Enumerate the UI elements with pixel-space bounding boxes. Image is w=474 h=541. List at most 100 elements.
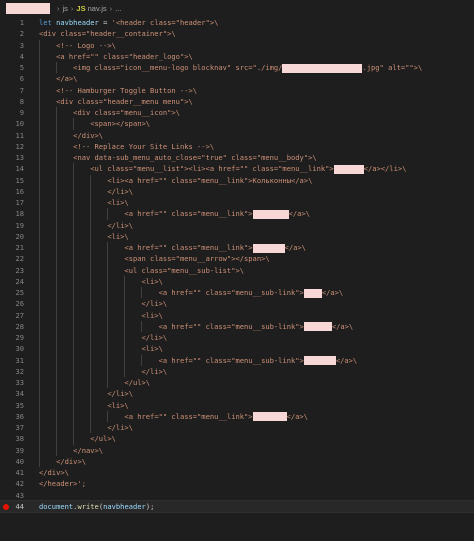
code-line[interactable]: 24 <li>\ [0,275,474,287]
line-number[interactable]: 19 [0,220,24,231]
indent-guide [107,242,109,254]
line-number[interactable]: 10 [0,118,24,129]
line-number[interactable]: 20 [0,231,24,242]
line-number[interactable]: 42 [0,478,24,489]
line-number[interactable]: 25 [0,287,24,298]
line-number[interactable]: 15 [0,175,24,186]
line-number[interactable]: 5 [0,62,24,73]
line-number[interactable]: 16 [0,186,24,197]
code-line[interactable]: 22 <span class="menu__arrow"></span>\ [0,253,474,265]
line-number[interactable]: 43 [0,490,24,501]
code-line[interactable]: 31 <a href="" class="menu__sub-link"> </a… [0,354,474,366]
token-str: </div>\ [56,456,86,466]
code-line[interactable]: 9 <div class="menu__icon">\ [0,107,474,119]
code-line[interactable]: 20 <li>\ [0,230,474,242]
line-number[interactable]: 3 [0,40,24,51]
code-line[interactable]: 1 let navbheader = '<header class="header… [0,17,474,28]
line-number[interactable]: 40 [0,456,24,467]
code-line[interactable]: 32 </li>\ [0,365,474,377]
code-line[interactable]: 25 <a href="" class="menu__sub-link"> </a… [0,287,474,299]
breadcrumb-item-folder[interactable]: js [63,0,68,17]
breadcrumb-item-file[interactable]: nav.js [88,0,107,17]
line-number[interactable]: 18 [0,208,24,219]
line-number[interactable]: 4 [0,51,24,62]
code-line[interactable]: 35 <li>\ [0,399,474,411]
code-line[interactable]: 42 </header>'; [0,478,474,489]
line-number[interactable]: 27 [0,310,24,321]
code-line[interactable]: 33 </ul>\ [0,377,474,389]
code-line[interactable]: 27 <li>\ [0,309,474,321]
code-line[interactable]: 16 </li>\ [0,185,474,197]
line-number[interactable]: 13 [0,152,24,163]
line-number[interactable]: 2 [0,28,24,39]
line-number[interactable]: 6 [0,73,24,84]
code-line[interactable]: 19 </li>\ [0,219,474,231]
code-line[interactable]: 40 </div>\ [0,455,474,467]
line-number[interactable]: 11 [0,130,24,141]
line-number[interactable]: 22 [0,253,24,264]
indent-guide [39,388,40,400]
code-line[interactable]: 34 </li>\ [0,388,474,400]
line-number[interactable]: 29 [0,332,24,343]
code-line[interactable]: 2 <div class="header__container">\ [0,28,474,39]
line-number[interactable]: 32 [0,366,24,377]
indent-guide [39,84,40,96]
code-line[interactable]: 8 <div class="header__menu menu">\ [0,95,474,107]
code-line[interactable]: 26 </li>\ [0,298,474,310]
line-number[interactable]: 9 [0,107,24,118]
line-number[interactable]: 34 [0,388,24,399]
code-line[interactable]: 5 <img class="icon__menu-logo blocknav" … [0,62,474,74]
code-line[interactable]: 41 </div>\ [0,467,474,478]
code-line[interactable]: 29 </li>\ [0,332,474,344]
line-number[interactable]: 1 [0,17,24,28]
code-line[interactable]: 10 <span></span>\ [0,118,474,130]
code-line[interactable]: 36 <a href="" class="menu__link"> </a>\ [0,410,474,422]
code-line[interactable]: 3 <!-- Logo -->\ [0,39,474,51]
code-line[interactable]: 38 </ul>\ [0,433,474,445]
code-line[interactable]: 39 </nav>\ [0,444,474,456]
code-line[interactable]: 23 <ul class="menu__sub-list">\ [0,264,474,276]
line-number[interactable]: 39 [0,445,24,456]
code-line[interactable]: 28 <a href="" class="menu__sub-link"> </a… [0,320,474,332]
breadcrumb-item-symbol[interactable]: ... [115,0,121,17]
line-number[interactable]: 23 [0,265,24,276]
line-number[interactable]: 17 [0,197,24,208]
line-number[interactable]: 8 [0,96,24,107]
code-line[interactable]: 18 <a href="" class="menu__link"> </a>\ [0,208,474,220]
line-number[interactable]: 33 [0,377,24,388]
line-number[interactable]: 12 [0,141,24,152]
token-str: <a href="" class="menu__sub-link"> [158,288,304,297]
code-line[interactable]: 12 <!-- Replace Your Site Links -->\ [0,140,474,152]
line-number[interactable]: 35 [0,400,24,411]
line-number[interactable]: 14 [0,163,24,174]
line-number[interactable]: 24 [0,276,24,287]
code-line[interactable]: 17 <li>\ [0,197,474,209]
code-line[interactable]: 7 <!-- Hamburger Toggle Button -->\ [0,84,474,96]
line-number[interactable]: 36 [0,411,24,422]
code-line[interactable]: 30 <li>\ [0,343,474,355]
code-line[interactable]: 14 <ul class="menu__list"><li><a href=""… [0,163,474,175]
code-line[interactable]: 43 [0,490,474,501]
indent-guide [39,365,40,377]
line-number[interactable]: 26 [0,298,24,309]
indent-guide [39,287,40,299]
code-line[interactable]: 21 <a href="" class="menu__link"> </a>\ [0,242,474,254]
code-line[interactable]: 11 </div>\ [0,129,474,141]
breakpoint-icon[interactable] [3,503,9,510]
line-number[interactable]: 21 [0,242,24,253]
line-number[interactable]: 28 [0,321,24,332]
code-line[interactable]: 6 </a>\ [0,73,474,85]
code-line[interactable]: 15 <li><a href="" class="menu__link">Кол… [0,174,474,186]
line-number[interactable]: 41 [0,467,24,478]
code-editor[interactable]: 1 let navbheader = '<header class="header… [0,17,474,514]
line-number[interactable]: 7 [0,85,24,96]
code-line[interactable]: 13 <nav data-sub_menu_auto_close="true" … [0,152,474,164]
line-number[interactable]: 38 [0,433,24,444]
line-number[interactable]: 30 [0,343,24,354]
code-line[interactable]: 44 document.write(navbheader); [0,499,474,514]
line-number[interactable]: 31 [0,355,24,366]
indent-guide [73,377,75,389]
code-line[interactable]: 4 <a href="" class="header_logo">\ [0,50,474,62]
code-line[interactable]: 37 </li>\ [0,422,474,434]
line-number[interactable]: 37 [0,422,24,433]
